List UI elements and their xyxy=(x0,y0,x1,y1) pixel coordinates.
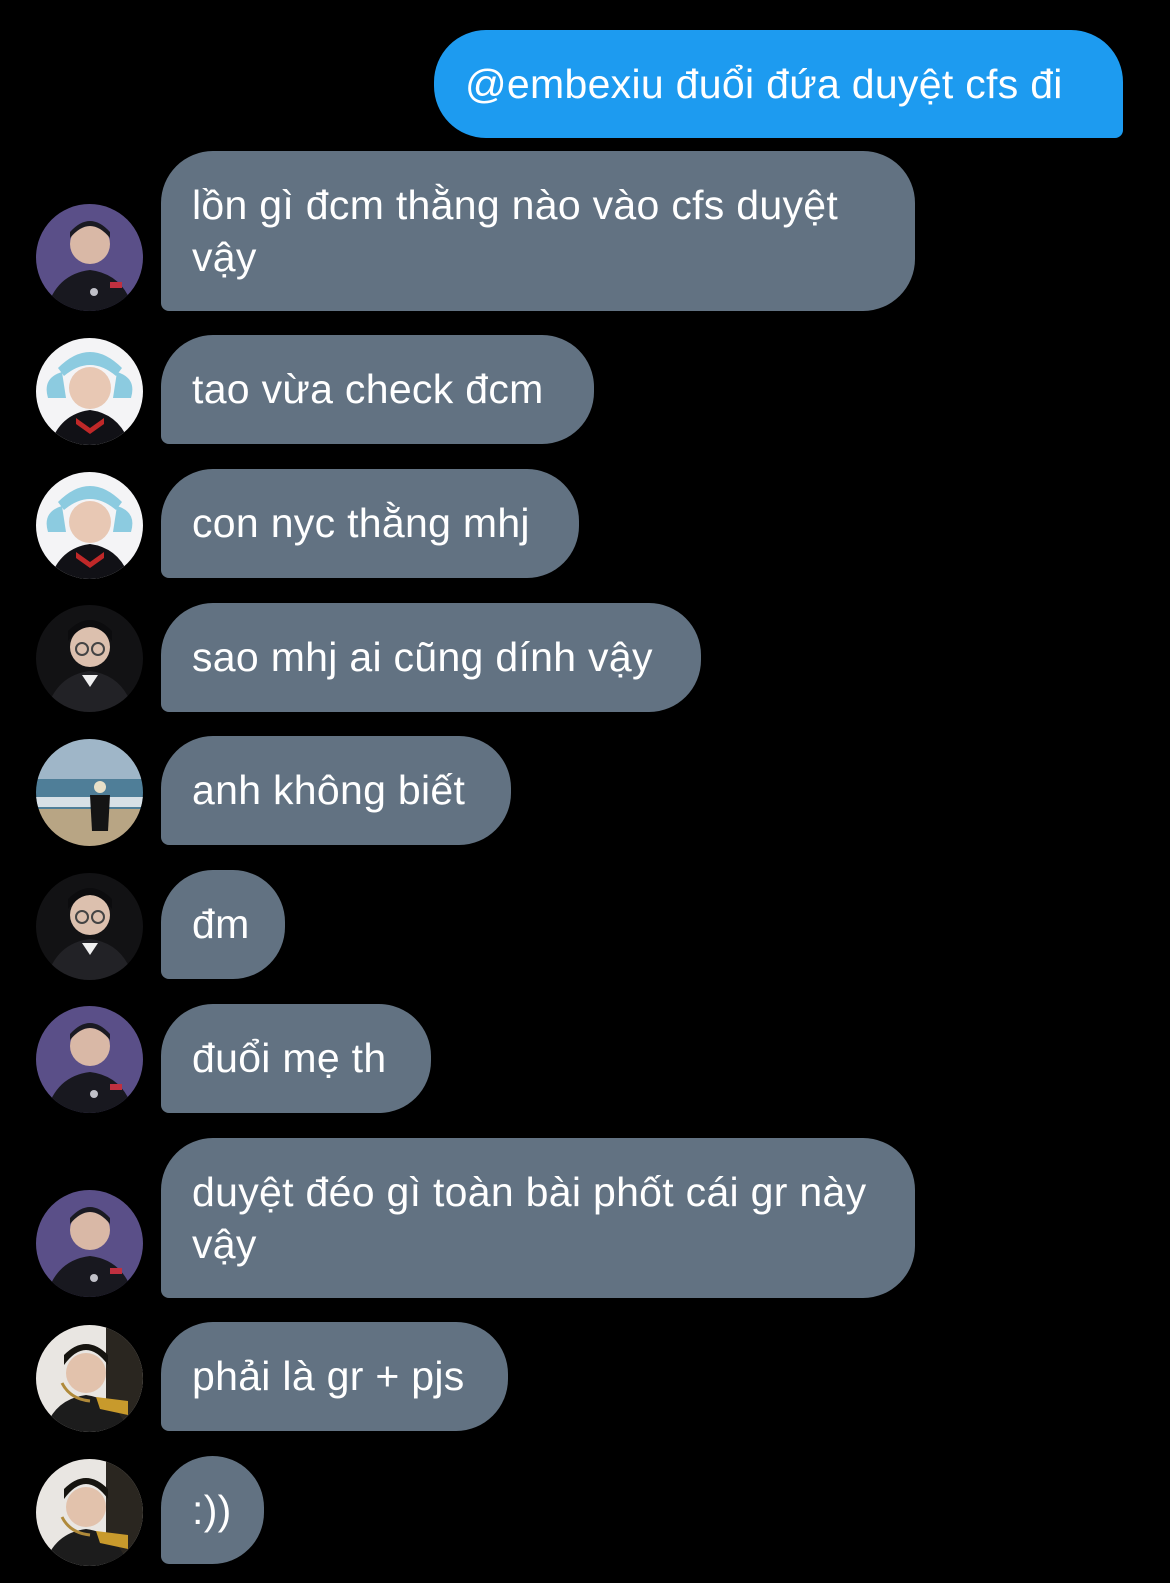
avatar-headset[interactable] xyxy=(36,1325,143,1432)
avatar-purple-jersey[interactable] xyxy=(36,204,143,311)
message-bubble-incoming[interactable]: :)) xyxy=(161,1456,264,1564)
avatar-blue-hat[interactable] xyxy=(36,338,143,445)
message-bubble-incoming[interactable]: con nyc thằng mhj xyxy=(161,469,579,578)
avatar-glasses-dark[interactable] xyxy=(36,605,143,712)
message-bubble-outgoing[interactable]: @embexiu đuổi đứa duyệt cfs đi xyxy=(434,30,1123,138)
avatar-beach[interactable] xyxy=(36,739,143,846)
message-bubble-incoming[interactable]: anh không biết xyxy=(161,736,511,845)
avatar-glasses-dark[interactable] xyxy=(36,873,143,980)
avatar-purple-jersey[interactable] xyxy=(36,1006,143,1113)
message-bubble-incoming[interactable]: phải là gr + pjs xyxy=(161,1322,508,1431)
chat-thread: @embexiu đuổi đứa duyệt cfs đi lồn gì đc… xyxy=(0,0,1170,1583)
message-bubble-incoming[interactable]: sao mhj ai cũng dính vậy xyxy=(161,603,701,712)
message-bubble-incoming[interactable]: duyệt đéo gì toàn bài phốt cái gr này vậ… xyxy=(161,1138,915,1298)
message-bubble-incoming[interactable]: đm xyxy=(161,870,285,979)
avatar-blue-hat[interactable] xyxy=(36,472,143,579)
avatar-purple-jersey[interactable] xyxy=(36,1190,143,1297)
message-bubble-incoming[interactable]: đuổi mẹ th xyxy=(161,1004,431,1113)
message-bubble-incoming[interactable]: tao vừa check đcm xyxy=(161,335,594,444)
message-bubble-incoming[interactable]: lồn gì đcm thằng nào vào cfs duyệt vậy xyxy=(161,151,915,311)
avatar-headset[interactable] xyxy=(36,1459,143,1566)
